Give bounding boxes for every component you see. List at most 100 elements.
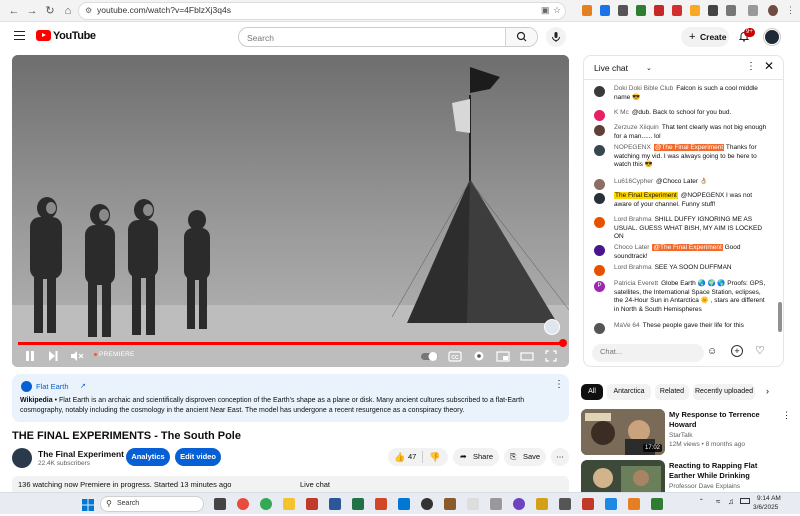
chat-message[interactable]: Doki Doki Bible Club Falcon is such a coo…: [594, 85, 769, 102]
chat-input-box[interactable]: [592, 344, 704, 362]
sidebar-icon[interactable]: [748, 5, 758, 16]
chat-menu-icon[interactable]: ⋮: [746, 61, 756, 72]
create-button[interactable]: + Create: [681, 27, 729, 47]
youtube-wordmark[interactable]: YouTube: [53, 30, 96, 42]
chat-message[interactable]: Lord Brahma SHILL DUFFY IGNORING ME AS US…: [594, 216, 769, 242]
theater-mode-icon[interactable]: [520, 349, 534, 363]
chat-author-avatar[interactable]: [594, 145, 605, 156]
more-actions-icon[interactable]: ⋯: [551, 448, 569, 466]
battery-icon[interactable]: [740, 498, 750, 504]
chat-author-name[interactable]: MaVe 64: [614, 322, 640, 329]
app-dark-icon[interactable]: [421, 498, 433, 510]
like-icon[interactable]: 👍: [394, 448, 405, 466]
app-grey-icon[interactable]: [490, 498, 502, 510]
wifi-icon[interactable]: ≈: [716, 497, 720, 506]
chat-message[interactable]: NOPEGENX @The Final Experiment Thanks for…: [594, 144, 769, 170]
app-green-icon[interactable]: [651, 498, 663, 510]
recommendation-thumbnail[interactable]: [581, 460, 665, 492]
chat-message[interactable]: Lu616Cypher @Choco Later 👌🏼: [594, 178, 769, 190]
chat-author-avatar[interactable]: [594, 86, 605, 97]
close-icon[interactable]: ✕: [764, 59, 774, 73]
settings-gear-icon[interactable]: [472, 349, 486, 363]
chat-scrollbar[interactable]: [778, 302, 782, 332]
chip-related[interactable]: Related: [655, 384, 689, 400]
chat-author-avatar[interactable]: [594, 323, 605, 334]
next-icon[interactable]: [47, 349, 59, 363]
chat-author-avatar[interactable]: [594, 265, 605, 276]
task-view-icon[interactable]: [214, 498, 226, 510]
chat-input[interactable]: [600, 347, 695, 356]
live-chat-title[interactable]: Live chat: [594, 63, 628, 73]
chat-author-name[interactable]: Zerzuze Xiiquin: [614, 124, 659, 131]
analytics-button[interactable]: Analytics: [126, 448, 170, 466]
app-blue-icon[interactable]: [398, 498, 410, 510]
app-red-icon[interactable]: [582, 498, 594, 510]
channel-name[interactable]: The Final Experiment: [38, 449, 124, 459]
progress-scrubber[interactable]: [559, 339, 567, 347]
fullscreen-icon[interactable]: [544, 349, 558, 363]
chat-author-name[interactable]: Lord Brahma: [614, 264, 652, 271]
extension-dark-icon[interactable]: [708, 5, 718, 16]
chat-message[interactable]: The Final Experiment @NOPEGENX I was not …: [594, 192, 769, 209]
home-icon[interactable]: ⌂: [60, 3, 76, 19]
chat-message-list[interactable]: Doki Doki Bible Club Falcon is such a coo…: [584, 82, 776, 338]
miniplayer-icon[interactable]: [496, 349, 510, 363]
chevron-down-icon[interactable]: ⌄: [646, 64, 652, 72]
acrobat-icon[interactable]: [306, 498, 318, 510]
info-panel-title-link[interactable]: Flat Earth: [36, 382, 69, 391]
app-icon[interactable]: [237, 498, 249, 510]
chat-author-name[interactable]: NOPEGENX: [614, 144, 651, 151]
dislike-icon[interactable]: 👎: [429, 448, 440, 466]
autoplay-toggle[interactable]: [420, 349, 440, 363]
address-bar[interactable]: ⚙ youtube.com/watch?v=4FblzXj3q4s ▣ ☆: [78, 2, 566, 20]
chat-author-name[interactable]: Doki Doki Bible Club: [614, 85, 673, 92]
chat-author-name[interactable]: The Final Experiment: [614, 192, 678, 199]
channel-watermark[interactable]: [544, 319, 560, 335]
chip-all[interactable]: All: [581, 384, 603, 400]
chat-author-name[interactable]: Choco Later: [614, 244, 649, 251]
chat-message[interactable]: K Mc @dub. Back to school for you bud.: [594, 109, 769, 121]
recommendation-thumbnail[interactable]: 17:02: [581, 409, 665, 455]
profile-avatar[interactable]: [768, 5, 778, 16]
chat-author-name[interactable]: K Mc: [614, 109, 629, 116]
recommendation-title[interactable]: Reacting to Rapping Flat Earther While D…: [669, 461, 779, 481]
extension-yellow-icon[interactable]: [690, 5, 700, 16]
recommendation-menu-icon[interactable]: ⋮: [782, 410, 791, 421]
chat-message[interactable]: P Patricia Everett Globe Earth 🌏 🌍 🌎 Proof…: [594, 280, 769, 314]
voice-search-button[interactable]: [546, 27, 566, 47]
extension-green-icon[interactable]: [636, 5, 646, 16]
menu-icon[interactable]: [14, 31, 25, 40]
chat-author-avatar[interactable]: [594, 110, 605, 121]
chat-message[interactable]: MaVe 64 These people gave their life for …: [594, 322, 769, 334]
app-purple-icon[interactable]: [513, 498, 525, 510]
app-grey2-icon[interactable]: [559, 498, 571, 510]
chat-author-name[interactable]: Lord Brahma: [614, 216, 652, 223]
volume-icon[interactable]: ♫: [728, 497, 734, 506]
file-explorer-icon[interactable]: [283, 498, 295, 510]
site-info-icon[interactable]: ⚙: [85, 6, 92, 15]
chat-author-avatar[interactable]: [594, 217, 605, 228]
show-hidden-icons[interactable]: ˆ: [700, 498, 703, 507]
search-input[interactable]: [247, 31, 497, 45]
account-avatar[interactable]: [764, 29, 780, 45]
start-windows-icon[interactable]: [82, 498, 94, 511]
chat-author-avatar[interactable]: [594, 245, 605, 256]
app-brown-icon[interactable]: [444, 498, 456, 510]
chip-antarctica[interactable]: Antarctica: [607, 384, 651, 400]
browser-menu-icon[interactable]: ⋮: [786, 5, 796, 16]
extension-fox-icon[interactable]: [582, 5, 592, 16]
heart-icon[interactable]: ♡: [755, 344, 765, 357]
chat-author-avatar[interactable]: [594, 193, 605, 204]
chat-author-avatar[interactable]: [594, 125, 605, 136]
chat-message[interactable]: Zerzuze Xiiquin That tent clearly was not…: [594, 124, 769, 141]
extension-blue-icon[interactable]: [600, 5, 610, 16]
recommendation-title[interactable]: My Response to Terrence Howard: [669, 410, 779, 430]
extensions-puzzle-icon[interactable]: [726, 5, 736, 16]
chat-message[interactable]: Choco Later @The Final Experiment Good so…: [594, 244, 769, 261]
extension-grey-icon[interactable]: [618, 5, 628, 16]
extension-red-icon[interactable]: [672, 5, 682, 16]
clock-time[interactable]: 9:14 AM: [757, 495, 781, 502]
volume-muted-icon[interactable]: [70, 349, 84, 363]
chip-recently-uploaded[interactable]: Recently uploaded: [693, 384, 755, 400]
chat-author-avatar[interactable]: P: [594, 281, 605, 292]
